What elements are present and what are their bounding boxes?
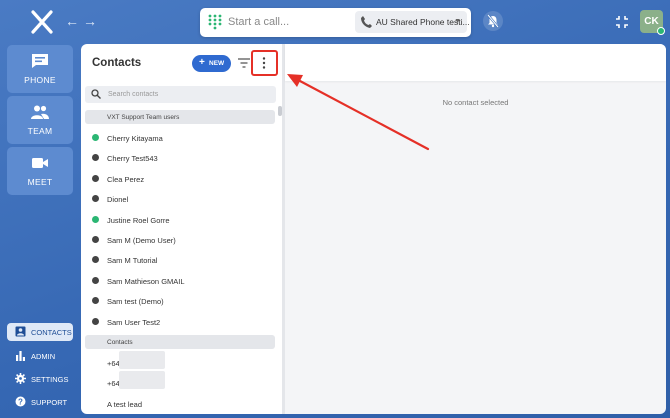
nav-meet-label: MEET	[27, 177, 53, 187]
offline-status-dot	[92, 297, 99, 304]
contacts-panel: Contacts + NEW Search contacts VXT Suppo…	[81, 44, 285, 414]
notifications-off-icon[interactable]	[483, 11, 503, 31]
offline-status-dot	[92, 175, 99, 182]
contact-row[interactable]: Cherry Kitayama	[81, 128, 277, 148]
contact-name: Cherry Test543	[107, 154, 158, 163]
contacts-icon	[15, 326, 26, 337]
nav-support-label: SUPPORT	[31, 398, 68, 407]
contact-name: Justine Roel Gorre	[107, 216, 170, 225]
video-camera-icon	[32, 158, 48, 168]
contact-name: Sam M Tutorial	[107, 256, 158, 265]
nav-contacts-label: CONTACTS	[31, 328, 72, 337]
offline-status-dot	[92, 195, 99, 202]
contact-row[interactable]: +64	[81, 371, 277, 393]
dial-input[interactable]: Start a call...	[228, 16, 289, 28]
offline-status-dot	[92, 154, 99, 161]
annotation-highlight-box	[251, 50, 278, 76]
phone-line-select[interactable]: AU Shared Phone testi... ▼	[355, 11, 470, 33]
offline-status-dot	[92, 318, 99, 325]
online-status-dot	[92, 134, 99, 141]
nav-team-label: TEAM	[27, 126, 53, 136]
forward-arrow-icon[interactable]: →	[82, 13, 98, 29]
help-icon: ?	[15, 396, 26, 407]
chevron-down-icon: ▼	[454, 18, 461, 25]
contact-name: Sam Mathieson GMAIL	[107, 277, 185, 286]
contact-row[interactable]: Sam M (Demo User)	[81, 230, 277, 250]
contact-name: A test lead	[107, 400, 143, 409]
empty-state-text: No contact selected	[442, 98, 509, 107]
bar-chart-icon	[16, 351, 25, 361]
contact-name: Clea Perez	[107, 175, 145, 184]
contact-name: +64	[107, 379, 120, 388]
nav-support[interactable]: ? SUPPORT	[7, 393, 73, 411]
filter-icon[interactable]	[238, 58, 250, 68]
contact-name: Dionel	[107, 195, 129, 204]
detail-header	[285, 44, 666, 81]
offline-status-dot	[92, 236, 99, 243]
phone-icon	[361, 16, 372, 28]
contact-row[interactable]: Cherry Test543	[81, 148, 277, 168]
svg-text:?: ?	[18, 397, 23, 406]
search-input[interactable]: Search contacts	[85, 86, 276, 103]
contact-row[interactable]: +64	[81, 351, 277, 373]
nav-contacts[interactable]: CONTACTS	[7, 323, 73, 341]
nav-settings-label: SETTINGS	[31, 375, 69, 384]
contact-row[interactable]: Dionel	[81, 189, 277, 209]
search-placeholder: Search contacts	[108, 91, 159, 98]
group-header: VXT Support Team users	[85, 110, 275, 124]
nav-admin-label: ADMIN	[31, 352, 56, 361]
contact-row[interactable]: A test lead	[81, 394, 277, 414]
nav-phone[interactable]: PHONE	[7, 45, 73, 93]
contact-row[interactable]: Sam M Tutorial	[81, 250, 277, 270]
collapse-icon[interactable]	[612, 12, 632, 32]
nav-meet[interactable]: MEET	[7, 147, 73, 195]
contact-name: Sam M (Demo User)	[107, 236, 176, 245]
redacted-text	[119, 351, 165, 369]
offline-status-dot	[92, 277, 99, 284]
contact-row[interactable]: Sam User Test2	[81, 312, 277, 332]
page-title: Contacts	[92, 57, 142, 69]
gear-icon	[15, 373, 26, 384]
app-logo[interactable]	[30, 10, 54, 34]
online-status-dot	[92, 216, 99, 223]
contact-row[interactable]: Clea Perez	[81, 169, 277, 189]
contact-row[interactable]: Sam test (Demo)	[81, 291, 277, 311]
group-header: Contacts	[85, 335, 275, 349]
search-icon	[91, 89, 101, 99]
phone-chat-icon	[32, 54, 48, 68]
contact-detail-pane: No contact selected	[285, 44, 666, 414]
redacted-text	[119, 371, 165, 389]
contact-name: Sam test (Demo)	[107, 297, 164, 306]
contact-row[interactable]: Sam Mathieson GMAIL	[81, 271, 277, 291]
new-contact-button[interactable]: + NEW	[192, 55, 231, 72]
dial-bar[interactable]: Start a call... AU Shared Phone testi...…	[200, 8, 471, 37]
offline-status-dot	[92, 256, 99, 263]
nav-team[interactable]: TEAM	[7, 96, 73, 144]
back-arrow-icon[interactable]: ←	[64, 13, 80, 29]
contact-name: Cherry Kitayama	[107, 134, 163, 143]
contact-name: Sam User Test2	[107, 318, 161, 327]
dialpad-icon[interactable]	[208, 14, 222, 30]
nav-settings[interactable]: SETTINGS	[7, 370, 73, 388]
contact-row[interactable]: Justine Roel Gorre	[81, 210, 277, 230]
team-icon	[31, 105, 49, 119]
nav-admin[interactable]: ADMIN	[7, 347, 73, 365]
presence-dot	[657, 27, 665, 35]
contact-name: +64	[107, 359, 120, 368]
plus-icon: +	[199, 57, 205, 68]
new-contact-label: NEW	[209, 60, 225, 67]
nav-phone-label: PHONE	[24, 75, 56, 85]
